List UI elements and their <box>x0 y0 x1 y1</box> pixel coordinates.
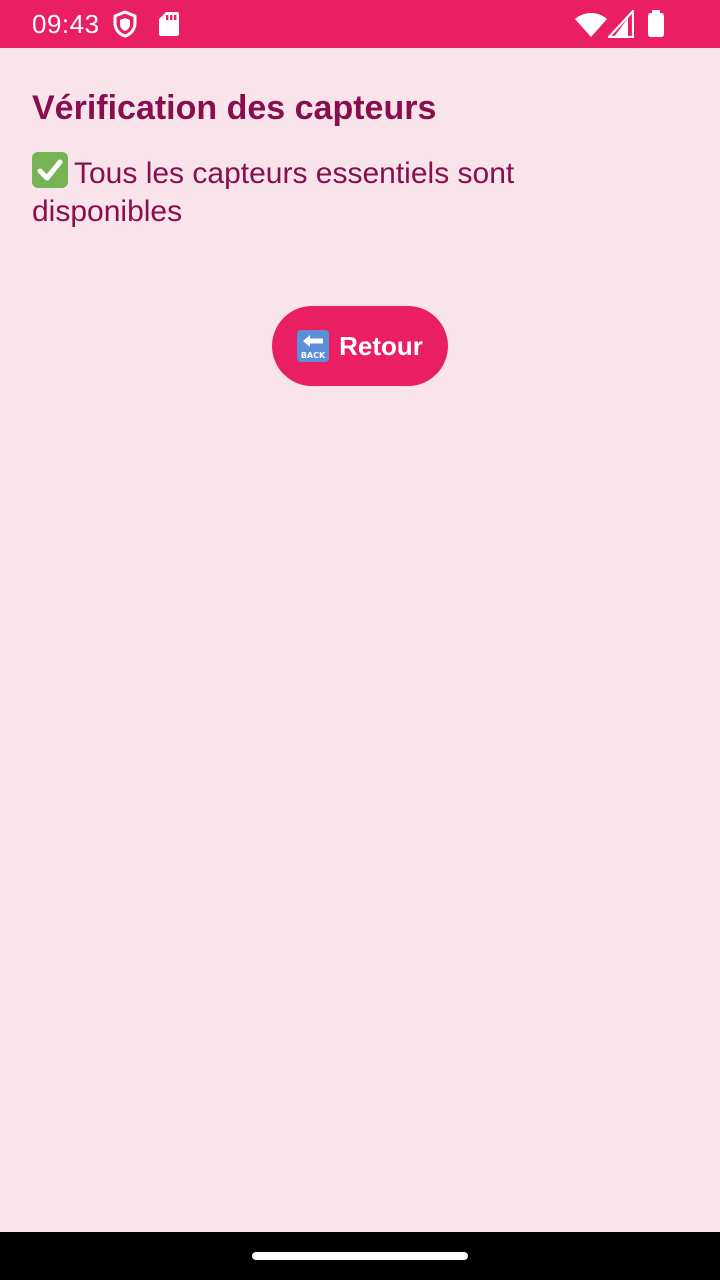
status-bar: 09:43 <box>0 0 720 48</box>
navigation-bar <box>0 1232 720 1280</box>
back-arrow-icon: BACK <box>297 330 330 362</box>
sensor-status-message: Tous les capteurs essentiels sont dispon… <box>32 152 632 231</box>
page-title: Vérification des capteurs <box>32 89 437 127</box>
back-button[interactable]: BACK Retour <box>272 306 448 386</box>
battery-icon <box>648 10 664 37</box>
check-mark-icon <box>32 152 68 188</box>
home-gesture-handle[interactable] <box>252 1252 468 1260</box>
status-time: 09:43 <box>32 9 100 39</box>
signal-icon <box>608 10 634 38</box>
sd-card-icon <box>159 12 179 36</box>
back-icon-text: BACK <box>301 351 326 360</box>
shield-icon <box>113 10 137 38</box>
sensor-status-text: Tous les capteurs essentiels sont dispon… <box>32 157 515 228</box>
wifi-icon <box>575 13 607 37</box>
back-button-label: Retour <box>339 330 423 361</box>
